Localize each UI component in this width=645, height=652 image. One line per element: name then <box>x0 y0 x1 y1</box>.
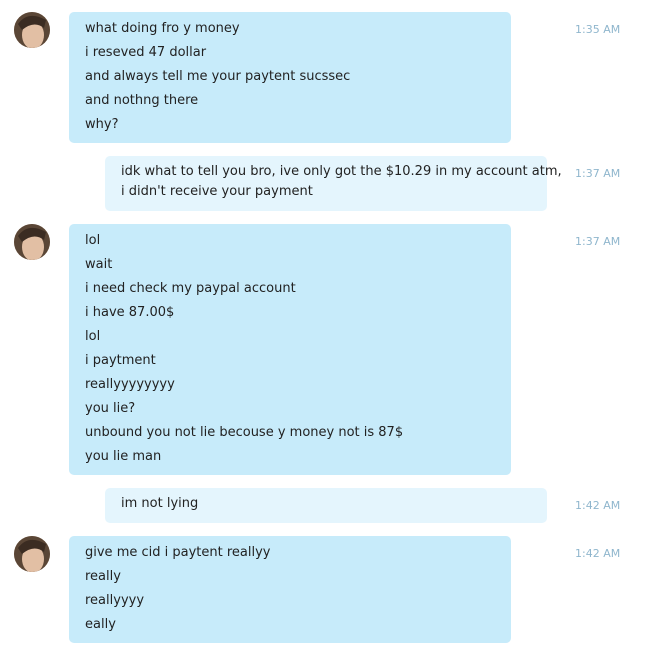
message-bubble-incoming: give me cid i paytent reallyy really rea… <box>69 536 511 643</box>
message-line: give me cid i paytent reallyy <box>85 545 271 560</box>
message-line: unbound you not lie becouse y money not … <box>85 425 404 440</box>
contact-avatar-icon[interactable] <box>14 12 50 48</box>
message-line: i have 87.00$ <box>85 305 175 320</box>
message-bubble-incoming: lol wait i need check my paypal account … <box>69 224 511 475</box>
message-bubble-outgoing: idk what to tell you bro, ive only got t… <box>105 156 562 211</box>
message-line: lol <box>85 233 101 248</box>
message-line: you lie man <box>85 449 162 464</box>
message-timestamp: 1:37 AM <box>575 167 621 180</box>
message-line: you lie? <box>85 401 136 416</box>
message-line: reallyyyy <box>85 593 145 608</box>
message-line: reallyyyyyyyy <box>85 377 175 392</box>
message-line: eally <box>85 617 116 632</box>
message-timestamp: 1:35 AM <box>575 23 621 36</box>
message-line: idk what to tell you bro, ive only got t… <box>121 164 562 179</box>
message-line: and nothng there <box>85 93 199 108</box>
message-line: i reseved 47 dollar <box>85 45 207 60</box>
message-line: im not lying <box>121 496 199 511</box>
message-line: wait <box>85 257 113 272</box>
message-line: why? <box>85 117 119 132</box>
message-timestamp: 1:37 AM <box>575 235 621 248</box>
message-line: and always tell me your paytent sucssec <box>85 69 351 84</box>
message-timestamp: 1:42 AM <box>575 547 621 560</box>
contact-avatar-icon[interactable] <box>14 536 50 572</box>
message-line: i need check my paypal account <box>85 281 296 296</box>
message-line: what doing fro y money <box>85 21 240 36</box>
message-line: i paytment <box>85 353 156 368</box>
contact-avatar-icon[interactable] <box>14 224 50 260</box>
message-line: lol <box>85 329 101 344</box>
message-line: really <box>85 569 121 584</box>
message-bubble-incoming: what doing fro y money i reseved 47 doll… <box>69 12 511 143</box>
message-bubble-outgoing: im not lying <box>105 488 547 523</box>
message-line: i didn't receive your payment <box>121 184 313 199</box>
message-timestamp: 1:42 AM <box>575 499 621 512</box>
